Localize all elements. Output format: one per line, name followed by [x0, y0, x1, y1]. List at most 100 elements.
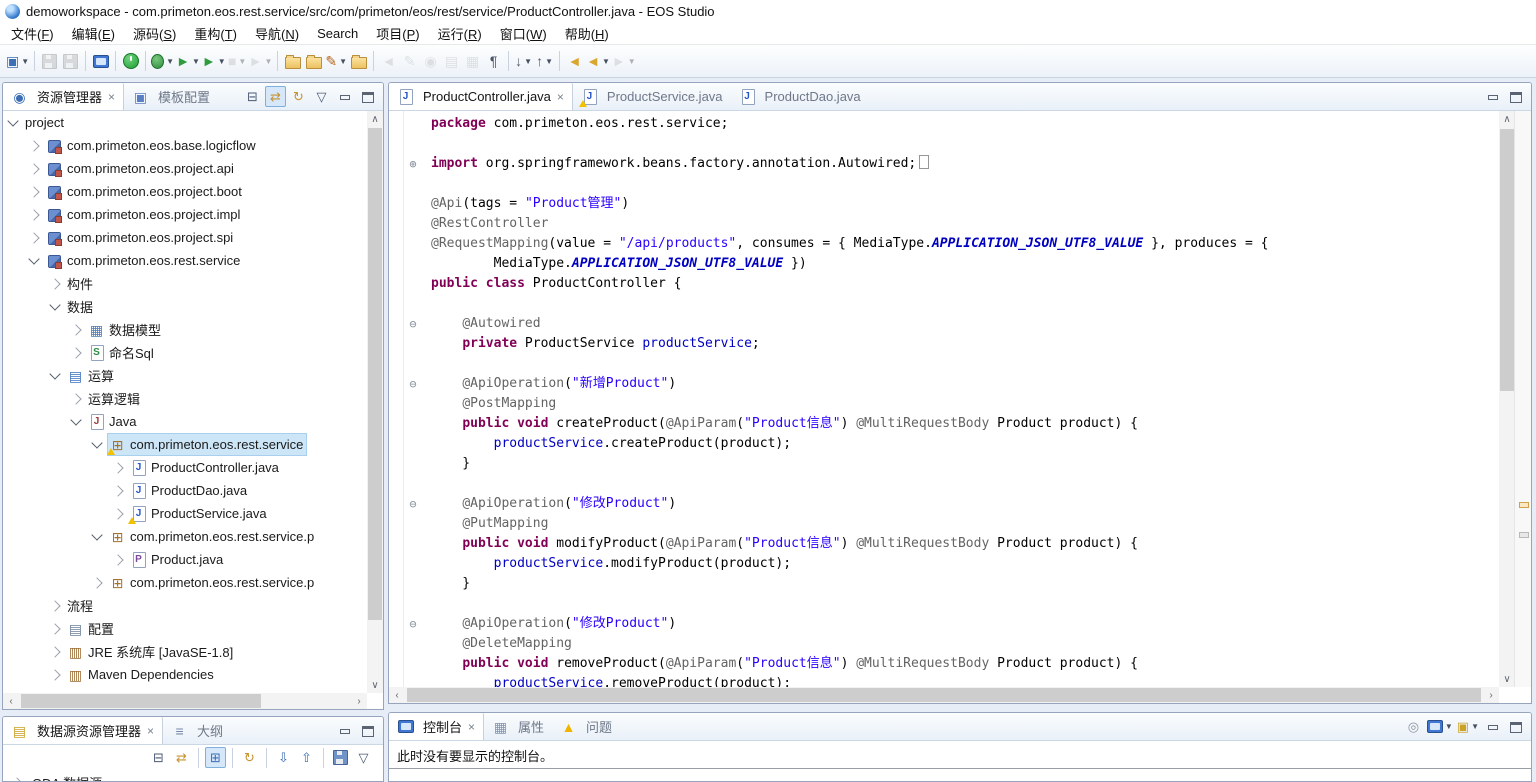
minimize-button[interactable]: [1482, 716, 1503, 737]
menu-item-文件-f-[interactable]: 文件(F): [2, 22, 63, 45]
fold-minus-icon[interactable]: ⊖: [406, 377, 420, 391]
open-console-button[interactable]: ▣▼: [1456, 716, 1480, 737]
tree-item-maven-dependencies[interactable]: ▥Maven Dependencies: [3, 663, 367, 686]
dropdown-arrow-icon[interactable]: ▼: [1445, 722, 1453, 731]
menu-item-search[interactable]: Search: [308, 24, 367, 43]
editor-vscrollbar[interactable]: ∧ ∨: [1499, 111, 1515, 687]
tree-item-运算[interactable]: ▤运算: [3, 364, 367, 387]
menu-item-窗口-w-[interactable]: 窗口(W): [491, 22, 556, 45]
collapse-arrow-icon[interactable]: [91, 529, 102, 540]
tree-item-com.primeton.eos.base.logicflow[interactable]: com.primeton.eos.base.logicflow: [3, 134, 367, 157]
expand-arrow-icon[interactable]: [49, 646, 60, 657]
tree-layout-button[interactable]: ⊞: [205, 747, 226, 768]
menu-item-源码-s-[interactable]: 源码(S): [124, 22, 185, 45]
collapse-arrow-icon[interactable]: [91, 437, 102, 448]
refresh-button[interactable]: ↻: [288, 86, 309, 107]
tree-item-productcontroller.java[interactable]: JProductController.java: [3, 456, 367, 479]
tree-item-运算逻辑[interactable]: 运算逻辑: [3, 387, 367, 410]
editor-tab-productcontroller.java[interactable]: JProductController.java×: [389, 83, 573, 110]
fold-minus-icon[interactable]: ⊖: [406, 497, 420, 511]
format-brush-button[interactable]: ✎▼: [324, 50, 348, 72]
open-resource-button[interactable]: [282, 50, 303, 72]
console-tab-控制台[interactable]: 控制台×: [389, 713, 484, 740]
maximize-button[interactable]: [357, 720, 378, 741]
expand-arrow-icon[interactable]: [28, 232, 39, 243]
close-icon[interactable]: ×: [468, 720, 475, 734]
show-whitespace-button[interactable]: ¶: [483, 50, 504, 72]
editor-tab-productdao.java[interactable]: JProductDao.java: [731, 83, 869, 110]
link-with-editor-button[interactable]: ⇄: [171, 747, 192, 768]
eos-server-start-button[interactable]: [120, 50, 141, 72]
menu-item-导航-n-[interactable]: 导航(N): [246, 22, 308, 45]
expand-arrow-icon[interactable]: [49, 600, 60, 611]
scroll-thumb[interactable]: [1500, 129, 1514, 391]
collapse-all-button[interactable]: ⊟: [148, 747, 169, 768]
dropdown-arrow-icon[interactable]: ▼: [166, 57, 174, 66]
import-folder-button[interactable]: [348, 50, 369, 72]
expand-arrow-icon[interactable]: [70, 347, 81, 358]
pin-console-button[interactable]: ◎: [1403, 716, 1424, 737]
expand-arrow-icon[interactable]: [112, 554, 123, 565]
tree-item-product.java[interactable]: PProduct.java: [3, 548, 367, 571]
dropdown-arrow-icon[interactable]: ▼: [545, 57, 553, 66]
prev-annotation-button[interactable]: ↑▼: [534, 50, 555, 72]
collapse-arrow-icon[interactable]: [49, 368, 60, 379]
view-menu-button[interactable]: ▽: [311, 86, 332, 107]
open-console-view-button[interactable]: [90, 50, 111, 72]
collapse-all-button[interactable]: ⊟: [242, 86, 263, 107]
view-menu-button[interactable]: ▽: [353, 747, 374, 768]
tree-item-productservice.java[interactable]: JProductService.java: [3, 502, 367, 525]
menu-item-重构-t-[interactable]: 重构(T): [185, 22, 246, 45]
display-selected-console-button[interactable]: ▼: [1426, 716, 1454, 737]
tree-item-com.primeton.eos.rest.service.p[interactable]: ⊞com.primeton.eos.rest.service.p: [3, 525, 367, 548]
expand-arrow-icon[interactable]: [49, 278, 60, 289]
close-icon[interactable]: ×: [147, 724, 154, 738]
tree-item-java[interactable]: JJava: [3, 410, 367, 433]
code-editor[interactable]: package com.primeton.eos.rest.service;⊕i…: [389, 111, 1499, 687]
scroll-right-icon[interactable]: ›: [351, 693, 367, 709]
scroll-right-icon[interactable]: ›: [1483, 687, 1499, 703]
scroll-left-icon[interactable]: ‹: [3, 693, 19, 709]
editor-hscrollbar[interactable]: ‹ ›: [389, 687, 1499, 703]
tree-item-com.primeton.eos.project.api[interactable]: com.primeton.eos.project.api: [3, 157, 367, 180]
explorer-vscrollbar[interactable]: ∧ ∨: [367, 111, 383, 693]
expand-arrow-icon[interactable]: [49, 669, 60, 680]
expand-arrow-icon[interactable]: [28, 186, 39, 197]
dropdown-arrow-icon[interactable]: ▼: [602, 57, 610, 66]
collapse-arrow-icon[interactable]: [49, 299, 60, 310]
export-config-button[interactable]: ⇧: [296, 747, 317, 768]
tree-item-com.primeton.eos.project.boot[interactable]: com.primeton.eos.project.boot: [3, 180, 367, 203]
tree-item-com.primeton.eos.rest.service[interactable]: com.primeton.eos.rest.service: [3, 249, 367, 272]
expand-arrow-icon[interactable]: [112, 462, 123, 473]
tree-item-oda-datasource[interactable]: ODA 数据源: [3, 771, 383, 782]
collapsed-imports-box[interactable]: [919, 155, 929, 169]
minimize-button[interactable]: [1482, 86, 1503, 107]
expand-arrow-icon[interactable]: [70, 393, 81, 404]
maximize-button[interactable]: [357, 86, 378, 107]
fold-minus-icon[interactable]: ⊖: [406, 617, 420, 631]
dropdown-arrow-icon[interactable]: ▼: [21, 57, 29, 66]
collapse-arrow-icon[interactable]: [28, 253, 39, 264]
dropdown-arrow-icon[interactable]: ▼: [628, 57, 636, 66]
debug-button[interactable]: ▼: [150, 50, 175, 72]
datasource-tab-大纲[interactable]: ≡大纲: [163, 717, 231, 744]
explorer-tab-模板配置[interactable]: ▣模板配置: [124, 83, 218, 110]
datasource-tab-数据源资源管理器[interactable]: ▤数据源资源管理器×: [3, 717, 163, 744]
editor-tab-productservice.java[interactable]: JProductService.java: [573, 83, 731, 110]
refresh-button[interactable]: ↻: [239, 747, 260, 768]
dropdown-arrow-icon[interactable]: ▼: [524, 57, 532, 66]
expand-arrow-icon[interactable]: [28, 163, 39, 174]
next-annotation-button[interactable]: ↓▼: [513, 50, 534, 72]
scroll-down-icon[interactable]: ∨: [1499, 671, 1515, 687]
tree-item-配置[interactable]: ▤配置: [3, 617, 367, 640]
fold-plus-icon[interactable]: ⊕: [406, 157, 420, 171]
expand-arrow-icon[interactable]: [112, 485, 123, 496]
collapse-arrow-icon[interactable]: [70, 414, 81, 425]
dropdown-arrow-icon[interactable]: ▼: [238, 57, 246, 66]
dropdown-arrow-icon[interactable]: ▼: [1471, 722, 1479, 731]
dropdown-arrow-icon[interactable]: ▼: [339, 57, 347, 66]
tree-item-数据模型[interactable]: ▦数据模型: [3, 318, 367, 341]
menu-item-编辑-e-[interactable]: 编辑(E): [63, 22, 124, 45]
tree-item-数据[interactable]: 数据: [3, 295, 367, 318]
menu-item-运行-r-[interactable]: 运行(R): [429, 22, 491, 45]
